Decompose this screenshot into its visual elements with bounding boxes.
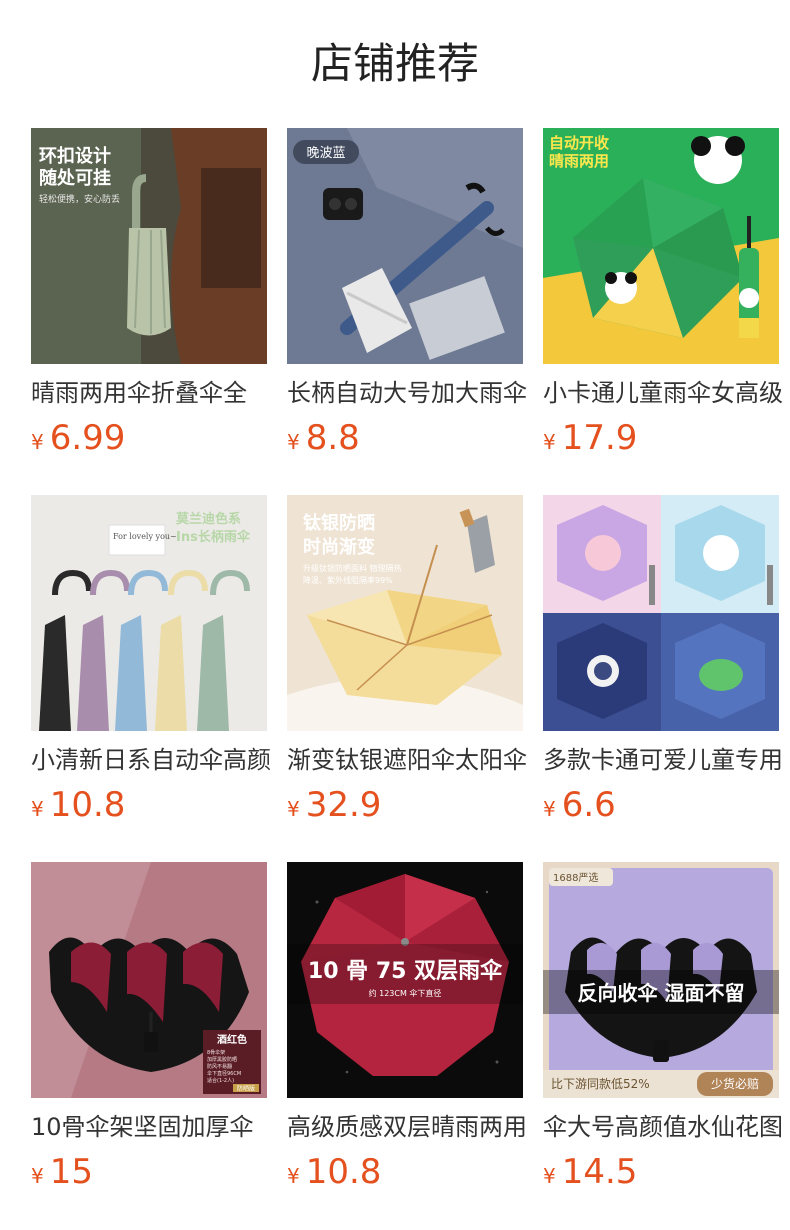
- price-value: 6.99: [49, 418, 126, 458]
- product-price: ¥14.5: [543, 1150, 637, 1194]
- image-headline: 钛银防晒: [303, 512, 375, 534]
- product-title[interactable]: 10骨伞架坚固加厚伞: [31, 1110, 271, 1144]
- image-headline: 时尚渐变: [303, 536, 375, 558]
- product-image[interactable]: 环扣设计 随处可挂 轻松便携，安心防丢: [31, 128, 267, 364]
- product-image-long-umbrella: 晚波蓝: [287, 128, 523, 364]
- price-value: 17.9: [561, 418, 638, 458]
- image-headline: 反向收伞 湿面不留: [578, 981, 745, 1005]
- product-price: ¥17.9: [543, 416, 637, 460]
- image-headline: 环扣设计: [39, 145, 111, 167]
- currency-symbol: ¥: [31, 430, 44, 454]
- image-spec: 伞下直径96CM: [207, 1070, 241, 1077]
- product-image-gradient-parasol: 钛银防晒 时尚渐变 升级钛银防晒面料 物理隔热 降温、紫外线阻隔率99%: [287, 495, 523, 731]
- currency-symbol: ¥: [543, 1164, 556, 1188]
- product-price: ¥10.8: [287, 1150, 381, 1194]
- product-image[interactable]: 自动开收 晴雨两用: [543, 128, 779, 364]
- image-subtext: 轻松便携，安心防丢: [39, 193, 120, 205]
- product-card[interactable]: 多款卡通可爱儿童专用 ¥6.6: [543, 495, 783, 827]
- product-image-pastel-umbrellas: For lovely you~ 莫兰迪色系 Ins长柄雨伞: [31, 495, 267, 731]
- product-image[interactable]: 晚波蓝: [287, 128, 523, 364]
- image-headline: 晴雨两用: [549, 152, 609, 170]
- product-title[interactable]: 小清新日系自动伞高颜: [31, 743, 271, 777]
- currency-symbol: ¥: [287, 430, 300, 454]
- product-image-panda-umbrella: 自动开收 晴雨两用: [543, 128, 779, 364]
- price-value: 14.5: [561, 1152, 638, 1192]
- product-grid: 环扣设计 随处可挂 轻松便携，安心防丢 晴雨两用伞折叠伞全 ¥6.99 晚波蓝 …: [0, 0, 790, 1230]
- product-image[interactable]: 1688严选 反向收伞 湿面不留 比下游同款低52% 少货必赔: [543, 862, 779, 1098]
- product-card[interactable]: 酒红色 8骨伞架 加厚黑胶防晒 防风不易翻 伞下直径96CM 适合(1-2人) …: [31, 862, 267, 1192]
- image-subtext: 降温、紫外线阻隔率99%: [303, 575, 393, 585]
- product-card[interactable]: For lovely you~ 莫兰迪色系 Ins长柄雨伞 小清新日系自动伞高颜…: [31, 495, 271, 827]
- product-image[interactable]: 钛银防晒 时尚渐变 升级钛银防晒面料 物理隔热 降温、紫外线阻隔率99%: [287, 495, 523, 731]
- image-badge: 晚波蓝: [306, 146, 345, 161]
- currency-symbol: ¥: [287, 797, 300, 821]
- price-value: 32.9: [305, 785, 382, 825]
- currency-symbol: ¥: [31, 797, 44, 821]
- product-image[interactable]: [543, 495, 779, 731]
- currency-symbol: ¥: [31, 1164, 44, 1188]
- image-headline: 莫兰迪色系: [175, 511, 241, 527]
- image-subtext: 升级钛银防晒面料 物理隔热: [303, 563, 402, 573]
- product-card[interactable]: 钛银防晒 时尚渐变 升级钛银防晒面料 物理隔热 降温、紫外线阻隔率99% 渐变钛…: [287, 495, 527, 827]
- currency-symbol: ¥: [287, 1164, 300, 1188]
- currency-symbol: ¥: [543, 430, 556, 454]
- product-card[interactable]: 环扣设计 随处可挂 轻松便携，安心防丢 晴雨两用伞折叠伞全 ¥6.99: [31, 128, 267, 458]
- product-card[interactable]: 晚波蓝 长柄自动大号加大雨伞 ¥8.8: [287, 128, 527, 460]
- image-spec: 适合(1-2人): [207, 1077, 234, 1084]
- price-value: 15: [49, 1152, 93, 1192]
- currency-symbol: ¥: [543, 797, 556, 821]
- product-price: ¥10.8: [31, 783, 125, 827]
- product-image[interactable]: 酒红色 8骨伞架 加厚黑胶防晒 防风不易翻 伞下直径96CM 适合(1-2人) …: [31, 862, 267, 1098]
- image-tag: 防晒版: [237, 1085, 255, 1093]
- product-title[interactable]: 小卡通儿童雨伞女高级: [543, 376, 783, 410]
- image-headline: Ins长柄雨伞: [176, 529, 251, 545]
- image-spec: 防风不易翻: [207, 1063, 232, 1070]
- product-image-red-double-umbrella: 10 骨 75 双层雨伞 约 123CM 伞下直径: [287, 862, 523, 1098]
- image-footer: 少货必赔: [711, 1076, 759, 1091]
- image-label: 酒红色: [217, 1033, 247, 1046]
- product-title[interactable]: 渐变钛银遮阳伞太阳伞: [287, 743, 527, 777]
- product-title[interactable]: 长柄自动大号加大雨伞: [287, 376, 527, 410]
- image-footer: 比下游同款低52%: [551, 1077, 650, 1091]
- price-value: 10.8: [49, 785, 126, 825]
- product-title[interactable]: 多款卡通可爱儿童专用: [543, 743, 783, 777]
- product-card[interactable]: 1688严选 反向收伞 湿面不留 比下游同款低52% 少货必赔 伞大号高颜值水仙…: [543, 862, 783, 1194]
- price-value: 10.8: [305, 1152, 382, 1192]
- product-card[interactable]: 10 骨 75 双层雨伞 约 123CM 伞下直径 高级质感双层晴雨两用 ¥10…: [287, 862, 527, 1194]
- image-subtext: 约 123CM 伞下直径: [369, 988, 442, 998]
- price-value: 8.8: [305, 418, 360, 458]
- brand-tag: 1688严选: [553, 871, 598, 884]
- product-title[interactable]: 高级质感双层晴雨两用: [287, 1110, 527, 1144]
- image-spec: 8骨伞架: [207, 1049, 225, 1056]
- product-price: ¥6.99: [31, 416, 125, 460]
- product-title[interactable]: 伞大号高颜值水仙花图: [543, 1110, 783, 1144]
- image-spec: 加厚黑胶防晒: [207, 1056, 237, 1063]
- product-image-burgundy-umbrella: 酒红色 8骨伞架 加厚黑胶防晒 防风不易翻 伞下直径96CM 适合(1-2人) …: [31, 862, 267, 1098]
- product-price: ¥6.6: [543, 783, 616, 827]
- image-headline: 自动开收: [549, 134, 609, 152]
- product-image-cartoon-kids-umbrellas: [543, 495, 779, 731]
- product-image-reverse-umbrella: 1688严选 反向收伞 湿面不留 比下游同款低52% 少货必赔: [543, 862, 779, 1098]
- product-price: ¥8.8: [287, 416, 360, 460]
- image-headline: 随处可挂: [39, 167, 111, 189]
- product-image[interactable]: 10 骨 75 双层雨伞 约 123CM 伞下直径: [287, 862, 523, 1098]
- image-note: For lovely you~: [113, 532, 177, 541]
- product-image[interactable]: For lovely you~ 莫兰迪色系 Ins长柄雨伞: [31, 495, 267, 731]
- price-value: 6.6: [561, 785, 616, 825]
- product-price: ¥32.9: [287, 783, 381, 827]
- product-title[interactable]: 晴雨两用伞折叠伞全: [31, 376, 271, 410]
- product-price: ¥15: [31, 1150, 93, 1194]
- image-headline: 10 骨 75 双层雨伞: [308, 958, 503, 984]
- product-card[interactable]: 自动开收 晴雨两用 小卡通儿童雨伞女高级 ¥17.9: [543, 128, 783, 460]
- product-image-umbrella-hook: 环扣设计 随处可挂 轻松便携，安心防丢: [31, 128, 267, 364]
